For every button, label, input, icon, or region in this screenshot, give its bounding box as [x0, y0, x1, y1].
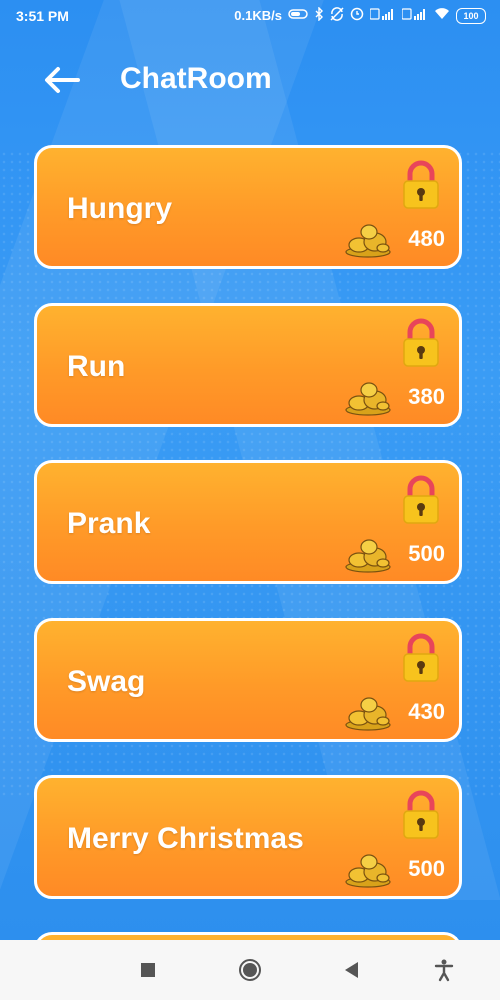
back-triangle-icon[interactable]: [340, 958, 364, 982]
home-circle-icon[interactable]: [238, 958, 262, 982]
room-name: Merry Christmas: [67, 822, 304, 855]
status-bar: 3:51 PM 0.1KB/s 100: [0, 0, 500, 32]
lock-icon: [401, 160, 441, 210]
coins-icon: [343, 535, 393, 573]
header: ChatRoom: [0, 50, 500, 114]
room-price: 430: [408, 698, 445, 724]
room-card[interactable]: Swag 430: [34, 617, 462, 742]
sync-icon: [330, 7, 344, 24]
status-time: 3:51 PM: [16, 8, 69, 24]
room-price: 480: [408, 226, 445, 251]
bluetooth-icon: [314, 6, 324, 24]
room-name: Prank: [67, 507, 151, 540]
room-card[interactable]: Run 380: [34, 302, 462, 427]
accessibility-icon[interactable]: [432, 958, 456, 982]
clock-icon: [350, 7, 364, 24]
recents-square-icon[interactable]: [136, 958, 160, 982]
room-card[interactable]: Prank 500: [34, 460, 462, 584]
lock-icon: [401, 475, 441, 525]
room-name: Swag: [67, 664, 146, 698]
wifi-icon: [434, 8, 450, 23]
back-arrow-icon[interactable]: [40, 62, 84, 98]
page-title: ChatRoom: [120, 62, 272, 95]
coins-icon: [343, 850, 393, 888]
signal-icon: [369, 8, 396, 23]
coins-icon: [343, 378, 393, 416]
lock-icon: [401, 790, 441, 840]
room-card[interactable]: Hungry 480: [34, 145, 462, 269]
lock-icon: [401, 318, 441, 368]
alarm-icon: [288, 8, 308, 23]
battery-icon: 100: [456, 7, 486, 24]
lock-icon: [401, 633, 441, 683]
room-name: Run: [67, 349, 126, 383]
coins-icon: [343, 220, 393, 258]
network-speed: 0.1KB/s: [234, 8, 282, 23]
navigation-bar: [0, 940, 500, 1000]
signal-2-icon: [401, 8, 428, 23]
room-price: 380: [408, 383, 445, 409]
coins-icon: [343, 693, 393, 731]
room-price: 500: [408, 856, 445, 881]
room-name: Hungry: [67, 192, 172, 225]
room-card[interactable]: Merry Christmas 500: [34, 775, 462, 899]
room-price: 500: [408, 541, 445, 566]
